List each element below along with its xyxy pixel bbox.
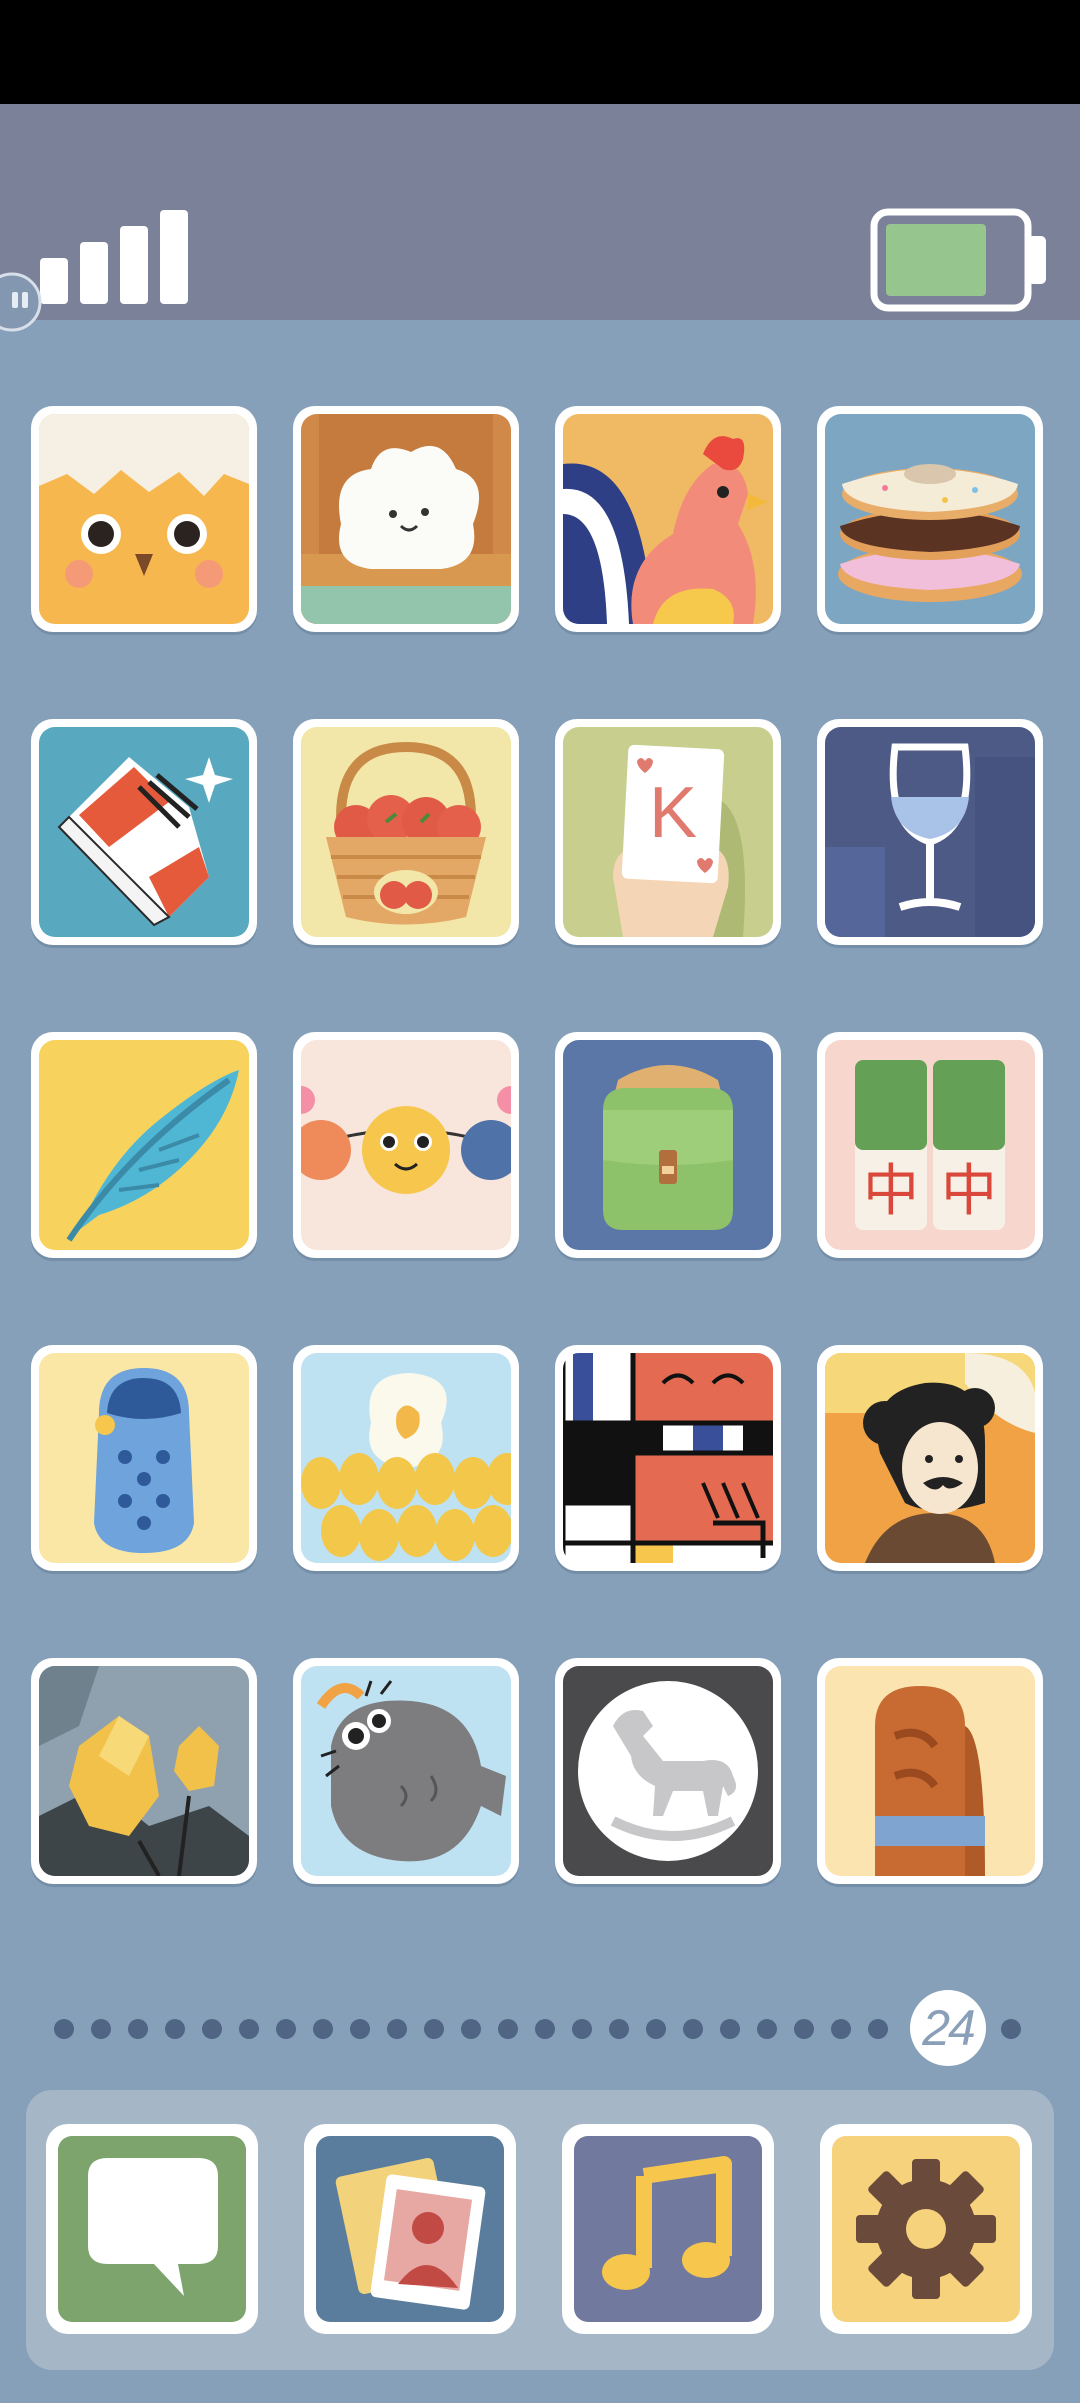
page-dot[interactable] — [720, 2019, 740, 2039]
feather-icon — [39, 1040, 249, 1250]
music-app-button[interactable] — [562, 2124, 774, 2334]
donut-stack-tile[interactable] — [817, 406, 1043, 632]
page-dot[interactable] — [202, 2019, 222, 2039]
page-dot[interactable] — [276, 2019, 296, 2039]
speech-bubble-icon — [58, 2136, 246, 2322]
sneaker-tile[interactable] — [31, 719, 257, 945]
gold-crystals-tile[interactable] — [31, 1658, 257, 1884]
mahjong-icon: 中 中 — [825, 1040, 1035, 1250]
playing-card-icon: K — [563, 727, 773, 937]
gold-crystals-icon — [39, 1666, 249, 1876]
rooster-icon — [563, 414, 773, 624]
svg-text:K: K — [649, 773, 697, 853]
settings-app-button[interactable] — [820, 2124, 1032, 2334]
signal-strength-icon — [40, 210, 188, 304]
bread-loaf-tile[interactable] — [817, 1658, 1043, 1884]
page-dot[interactable] — [239, 2019, 259, 2039]
photos-icon — [316, 2136, 504, 2322]
top-black-bar — [0, 0, 1080, 104]
page-dot[interactable] — [387, 2019, 407, 2039]
music-note-icon — [574, 2136, 762, 2322]
sneaker-icon — [39, 727, 249, 937]
backpack-tile[interactable] — [555, 1032, 781, 1258]
page-dot[interactable] — [794, 2019, 814, 2039]
page-dot[interactable] — [498, 2019, 518, 2039]
feather-tile[interactable] — [31, 1032, 257, 1258]
page-dot[interactable] — [1001, 2019, 1021, 2039]
current-page-badge[interactable]: 24 — [910, 1990, 986, 2066]
wine-glass-tile[interactable] — [817, 719, 1043, 945]
tomato-basket-icon — [301, 727, 511, 937]
rocking-horse-tile[interactable] — [555, 1658, 781, 1884]
page-dot[interactable] — [165, 2019, 185, 2039]
side-handle-icon[interactable] — [0, 270, 44, 334]
rocking-horse-icon — [563, 1666, 773, 1876]
beads-tile[interactable] — [293, 1032, 519, 1258]
page-dot[interactable] — [609, 2019, 629, 2039]
wine-glass-icon — [825, 727, 1035, 937]
page-dot[interactable] — [831, 2019, 851, 2039]
page-dot[interactable] — [461, 2019, 481, 2039]
svg-text:中: 中 — [863, 1159, 919, 1224]
clog-shoe-icon — [39, 1353, 249, 1563]
battery-icon — [870, 208, 1046, 312]
mahjong-tile[interactable]: 中 中 — [817, 1032, 1043, 1258]
tomato-basket-tile[interactable] — [293, 719, 519, 945]
mustache-man-tile[interactable] — [817, 1345, 1043, 1571]
page-dot[interactable] — [535, 2019, 555, 2039]
page-dot[interactable] — [313, 2019, 333, 2039]
chick-eggshell-tile[interactable] — [31, 406, 257, 632]
corn-popcorn-tile[interactable] — [293, 1345, 519, 1571]
messages-app-button[interactable] — [46, 2124, 258, 2334]
mondrian-face-icon — [563, 1353, 773, 1563]
photos-app-button[interactable] — [304, 2124, 516, 2334]
playing-card-tile[interactable]: K — [555, 719, 781, 945]
page-dot[interactable] — [128, 2019, 148, 2039]
page-dot[interactable] — [424, 2019, 444, 2039]
page-dot[interactable] — [54, 2019, 74, 2039]
donut-stack-icon — [825, 414, 1035, 624]
svg-text:中: 中 — [941, 1159, 997, 1224]
gear-icon — [832, 2136, 1020, 2322]
beads-icon — [301, 1040, 511, 1250]
dumpling-tile[interactable] — [293, 406, 519, 632]
page-dot[interactable] — [350, 2019, 370, 2039]
flatfish-icon — [301, 1666, 511, 1876]
page-dot[interactable] — [683, 2019, 703, 2039]
flatfish-tile[interactable] — [293, 1658, 519, 1884]
page-dot[interactable] — [646, 2019, 666, 2039]
dumpling-icon — [301, 414, 511, 624]
backpack-icon — [563, 1040, 773, 1250]
mustache-man-icon — [825, 1353, 1035, 1563]
chick-eggshell-icon — [39, 414, 249, 624]
page-dot[interactable] — [757, 2019, 777, 2039]
clog-shoe-tile[interactable] — [31, 1345, 257, 1571]
bread-loaf-icon — [825, 1666, 1035, 1876]
mondrian-face-tile[interactable] — [555, 1345, 781, 1571]
page-dot[interactable] — [91, 2019, 111, 2039]
page-dot[interactable] — [572, 2019, 592, 2039]
rooster-tile[interactable] — [555, 406, 781, 632]
page-dot[interactable] — [868, 2019, 888, 2039]
corn-popcorn-icon — [301, 1353, 511, 1563]
